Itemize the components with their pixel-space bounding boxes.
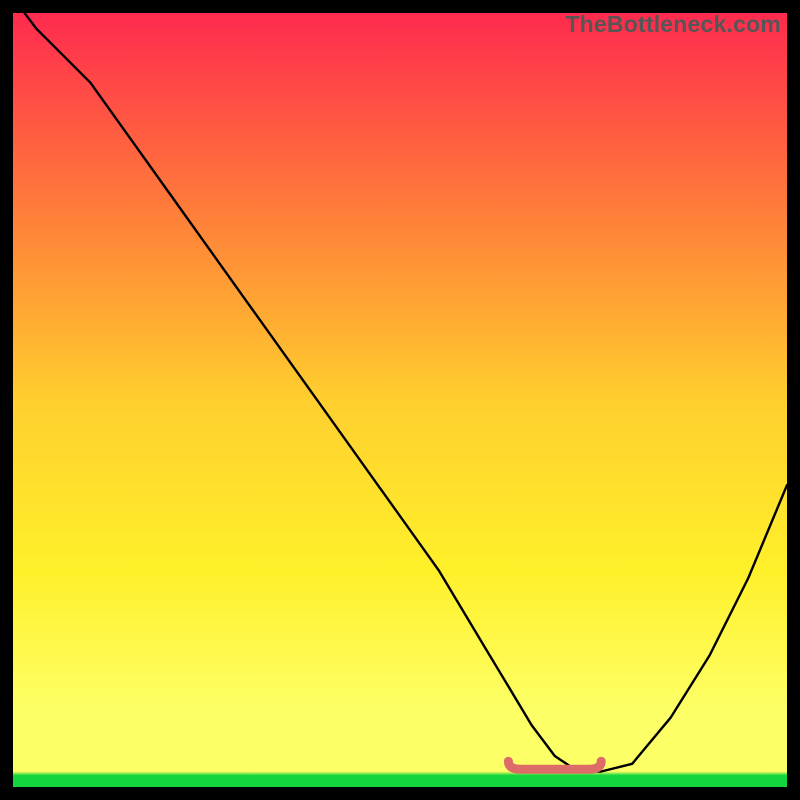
gradient-background — [13, 13, 787, 787]
chart-frame: TheBottleneck.com — [13, 13, 787, 787]
watermark-text: TheBottleneck.com — [565, 11, 781, 38]
bottleneck-chart — [13, 13, 787, 787]
